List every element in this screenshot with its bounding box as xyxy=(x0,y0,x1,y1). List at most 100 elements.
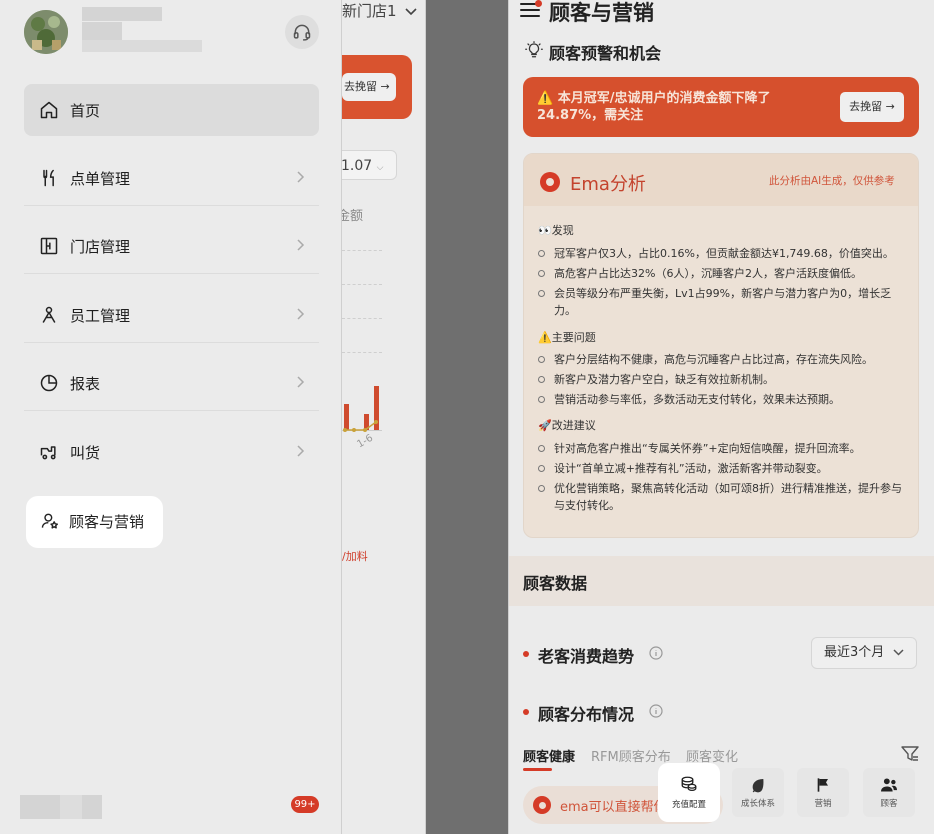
pie-chart-icon xyxy=(38,372,60,394)
list-item: 优化营销策略，聚焦高转化活动（如可颂8折）进行精准推送，提升参与与支付转化。 xyxy=(538,480,908,514)
fork-knife-icon xyxy=(38,167,60,189)
customer-data-title: 顾客数据 xyxy=(523,574,588,593)
nav-label: 门店管理 xyxy=(70,237,131,256)
trend-title: 老客消费趋势 xyxy=(538,647,635,666)
notification-badge[interactable]: 99+ xyxy=(291,796,319,813)
ai-section-title: 👀发现 xyxy=(538,224,574,237)
ai-analysis-card: Ema分析 此分析由AI生成，仅供参考 👀发现 冠军客户仅3人，占比0.16%，… xyxy=(523,153,919,538)
home-icon xyxy=(38,99,60,121)
nav-label: 点单管理 xyxy=(70,169,131,188)
list-item: 会员等级分布严重失衡，Lv1占99%，新客户与潜力客户为0，增长乏力。 xyxy=(538,285,908,319)
page-title: 顾客与营销 xyxy=(549,1,654,25)
nav-item-customer-marketing[interactable]: 顾客与营销 xyxy=(26,496,163,548)
menu-notification-dot xyxy=(535,0,542,7)
ai-disclaimer: 此分析由AI生成，仅供参考 xyxy=(769,175,895,187)
ai-section-title: ⚠️主要问题 xyxy=(538,331,596,344)
quick-action-marketing[interactable]: 营销 xyxy=(797,768,849,817)
grid-line xyxy=(342,250,382,251)
active-tab-indicator xyxy=(523,768,552,771)
grid-line xyxy=(342,318,382,319)
nav-item-purchase[interactable]: 叫货 xyxy=(24,426,319,478)
leaf-icon xyxy=(752,778,764,792)
nav-label: 首页 xyxy=(70,101,101,120)
filter-icon[interactable] xyxy=(901,746,919,762)
chevron-down-icon xyxy=(405,7,417,15)
nav-item-store[interactable]: 门店管理 xyxy=(24,220,319,272)
customer-marketing-page: 顾客与营销 顾客预警和机会 ⚠️ 本月冠军/忠诚用户的消费金额下降了24.87%… xyxy=(508,0,934,834)
grid-line xyxy=(342,284,382,285)
list-item: 针对高危客户推出“专属关怀券”+定向短信唤醒，提升回流率。 xyxy=(538,440,908,457)
ai-card-header: Ema分析 此分析由AI生成，仅供参考 xyxy=(524,154,918,206)
flag-icon xyxy=(817,777,828,792)
chevron-right-icon xyxy=(297,239,305,251)
quick-action-growth[interactable]: 成长体系 xyxy=(732,768,784,817)
list-item: 营销活动参与率低，多数活动无支付转化，效果未达预期。 xyxy=(538,391,908,408)
chevron-right-icon xyxy=(297,376,305,388)
customer-star-icon xyxy=(40,511,60,531)
ema-logo-icon xyxy=(540,172,560,192)
user-info-redacted xyxy=(82,22,122,40)
background-amount-label: 金额 xyxy=(342,209,364,224)
warning-text: ⚠️ 本月冠军/忠诚用户的消费金额下降了24.87%，需关注 xyxy=(537,91,771,123)
list-item: 客户分层结构不健康，高危与沉睡客户占比过高，存在流失风险。 xyxy=(538,351,908,368)
side-drawer: 首页 点单管理 门店管理 员工管理 报表 叫货 顾客与营销 99+ xyxy=(0,0,342,834)
divider xyxy=(24,342,319,343)
info-icon[interactable] xyxy=(649,646,663,660)
section-dot xyxy=(523,651,529,657)
store-name: 新门店1 xyxy=(342,2,397,20)
alert-section-title: 顾客预警和机会 xyxy=(549,44,662,63)
footer-redacted xyxy=(82,795,102,819)
quick-action-label: 营销 xyxy=(814,798,832,809)
chevron-down-icon xyxy=(893,649,904,656)
distribution-title: 顾客分布情况 xyxy=(538,705,635,724)
background-mini-chart xyxy=(343,386,379,432)
section-dot xyxy=(523,709,529,715)
grid-line xyxy=(342,352,382,353)
truck-icon xyxy=(38,441,60,463)
store-icon xyxy=(38,235,60,257)
staff-icon xyxy=(38,304,60,326)
background-retain-button[interactable]: 去挽留 → xyxy=(342,73,396,101)
list-item: 设计“首单立减+推荐有礼”活动，激活新客并带动裂变。 xyxy=(538,460,908,477)
tab-rfm[interactable]: RFM顾客分布 xyxy=(591,746,671,765)
nav-item-home[interactable]: 首页 xyxy=(24,84,319,136)
list-item: 冠军客户仅3人，占比0.16%，但贡献金额达¥1,749.68，价值突出。 xyxy=(538,245,908,262)
ai-name: Ema分析 xyxy=(570,174,646,195)
ema-logo-icon xyxy=(533,796,551,814)
customer-data-header: 顾客数据 xyxy=(509,556,934,606)
footer-redacted xyxy=(20,795,60,819)
chevron-right-icon xyxy=(297,308,305,320)
quick-action-customers[interactable]: 顾客 xyxy=(863,768,915,817)
user-role-redacted xyxy=(82,40,202,52)
headset-icon xyxy=(293,24,311,41)
quick-action-label: 顾客 xyxy=(880,798,898,809)
nav-label: 报表 xyxy=(70,374,101,393)
divider xyxy=(24,410,319,411)
quick-action-recharge[interactable]: 充值配置 xyxy=(658,763,720,822)
users-icon xyxy=(881,777,897,792)
user-name-redacted xyxy=(82,7,162,21)
list-item: 新客户及潜力客户空白，缺乏有效拉新机制。 xyxy=(538,371,908,388)
coins-icon xyxy=(681,776,697,792)
nav-label: 叫货 xyxy=(70,443,101,462)
quick-action-label: 充值配置 xyxy=(671,800,706,810)
customer-service-button[interactable] xyxy=(285,15,319,49)
nav-item-reports[interactable]: 报表 xyxy=(24,357,319,409)
nav-item-orders[interactable]: 点单管理 xyxy=(24,152,319,204)
nav-label: 顾客与营销 xyxy=(69,513,145,531)
quick-action-label: 成长体系 xyxy=(740,798,775,809)
store-selector[interactable]: 新门店1 xyxy=(342,0,417,21)
divider xyxy=(24,273,319,274)
warning-banner: ⚠️ 本月冠军/忠诚用户的消费金额下降了24.87%，需关注 去挽留 → xyxy=(523,77,919,137)
footer-redacted xyxy=(60,795,82,819)
chevron-right-icon xyxy=(297,171,305,183)
nav-item-staff[interactable]: 员工管理 xyxy=(24,289,319,341)
background-home-page: 新门店1 去挽留 → 1.07 ⌵ 金额 1-6 /加料 xyxy=(342,0,426,834)
avatar[interactable] xyxy=(24,10,68,54)
retain-button[interactable]: 去挽留 → xyxy=(840,92,904,122)
background-date-select[interactable]: 1.07 ⌵ xyxy=(342,150,397,180)
tab-customer-health[interactable]: 顾客健康 xyxy=(523,746,575,765)
info-icon[interactable] xyxy=(649,704,663,718)
ai-section-title: 🚀改进建议 xyxy=(538,419,596,432)
divider xyxy=(24,205,319,206)
